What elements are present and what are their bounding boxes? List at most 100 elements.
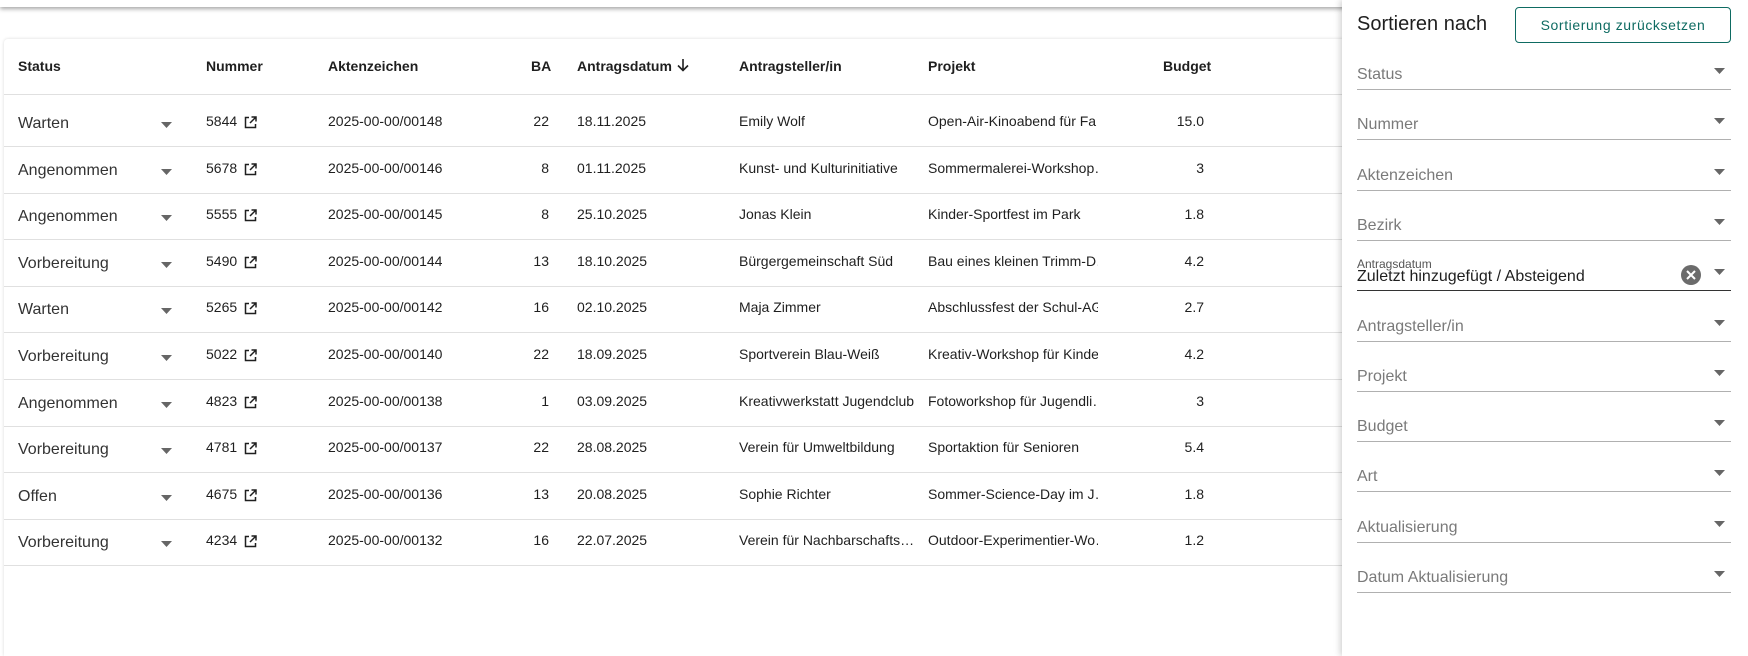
nummer-value: 5022 [206,346,238,362]
open-in-new-icon[interactable] [244,424,257,473]
antragsteller-cell: Sportverein Blau-Weiß [739,346,880,362]
status-select[interactable]: Vorbereitung [18,514,168,566]
nummer-link[interactable]: 5490 [206,235,316,287]
sort-field-budget[interactable]: Budget [1357,402,1731,443]
sort-field-aktualisierung[interactable]: Aktualisierung [1357,503,1731,543]
status-select[interactable]: Angenommen [18,142,168,194]
caret-down-icon[interactable] [156,95,176,147]
caret-down-icon[interactable] [1714,564,1725,582]
sort-field-label: Antragsteller/in [1357,317,1464,335]
nummer-link[interactable]: 4823 [206,375,316,427]
antragsteller-cell: Kreativwerkstatt Jugendclub [739,392,915,409]
open-in-new-icon[interactable] [244,331,257,380]
open-in-new-icon[interactable] [244,471,257,520]
nummer-link[interactable]: 4781 [206,421,316,473]
caret-down-icon[interactable] [156,421,176,473]
sort-field-projekt[interactable]: Projekt [1357,352,1731,392]
caret-down-icon[interactable] [1714,463,1725,481]
antragsteller-cell: Verein für Umweltbildung [739,439,895,456]
caret-down-icon[interactable] [156,328,176,380]
aktenzeichen-cell: 2025-00-00/00145 [328,206,443,223]
status-select[interactable]: Angenommen [18,375,168,427]
sort-field-datum-aktualisierung[interactable]: Datum Aktualisierung [1357,553,1731,593]
column-header-budget[interactable]: Budget [1163,39,1211,95]
sort-field-bezirk[interactable]: Bezirk [1357,201,1731,241]
status-select[interactable]: Warten [18,95,168,147]
open-in-new-icon[interactable] [244,378,257,427]
table-row[interactable]: Vorbereitung 5490 2025-00-00/00144 13 18.10.… [4,235,1404,287]
nummer-link[interactable]: 5844 [206,95,316,147]
caret-down-icon[interactable] [1714,212,1725,230]
sort-field-status[interactable]: Status [1357,50,1731,90]
caret-down-icon[interactable] [1714,313,1725,331]
table-row[interactable]: Vorbereitung 4781 2025-00-00/00137 22 28.08.… [4,421,1404,474]
caret-down-icon[interactable] [156,142,176,194]
ba-cell: 8 [541,206,549,223]
nummer-link[interactable]: 4675 [206,468,316,520]
close-circle-icon[interactable] [1681,265,1701,286]
caret-down-icon[interactable] [1714,61,1725,79]
open-in-new-icon[interactable] [244,191,257,240]
nummer-link[interactable]: 5265 [206,281,316,333]
nummer-link[interactable]: 5678 [206,142,316,194]
caret-down-icon[interactable] [1714,262,1725,280]
sort-field-antragsteller-in[interactable]: Antragsteller/in [1357,302,1731,342]
caret-down-icon[interactable] [1714,111,1725,129]
arrow-down-icon [676,40,690,94]
sort-field-nummer[interactable]: Nummer [1357,100,1731,141]
status-select[interactable]: Warten [18,281,168,333]
sort-field-art[interactable]: Art [1357,452,1731,493]
aktenzeichen-cell: 2025-00-00/00136 [328,485,443,502]
caret-down-icon[interactable] [156,281,176,333]
table-row[interactable]: Vorbereitung 4234 2025-00-00/00132 16 22.07.… [4,514,1404,567]
column-header-projekt[interactable]: Projekt [928,39,975,95]
table-row[interactable]: Offen 4675 2025-00-00/00136 13 20.08.2025 Sop… [4,468,1404,520]
column-header-antragsdatum[interactable]: Antragsdatum [577,39,690,95]
antragsteller-cell: Bürgergemeinschaft Süd [739,252,894,269]
column-header-nummer[interactable]: Nummer [206,39,263,95]
caret-down-icon[interactable] [1714,162,1725,180]
table-row[interactable]: Warten 5265 2025-00-00/00142 16 02.10.2025 Ma… [4,281,1404,334]
open-in-new-icon[interactable] [244,98,257,147]
table-row[interactable]: Vorbereitung 5022 2025-00-00/00140 22 18.09.… [4,328,1404,380]
budget-cell: 4.2 [1184,346,1204,362]
table-row[interactable]: Angenommen 5555 2025-00-00/00145 8 25.10.202… [4,188,1404,241]
sort-panel: Sortieren nach Sortierung zurücksetzen S… [1342,0,1748,656]
sort-field-antragsdatum[interactable]: Antragsdatum Zuletzt hinzugefügt / Abstei… [1357,251,1731,292]
nummer-link[interactable]: 4234 [206,514,316,566]
caret-down-icon[interactable] [1714,514,1725,532]
caret-down-icon[interactable] [156,468,176,520]
nummer-link[interactable]: 5022 [206,328,316,380]
sort-field-label: Projekt [1357,367,1407,385]
caret-down-icon[interactable] [156,514,176,566]
caret-down-icon[interactable] [156,375,176,427]
status-select[interactable]: Angenommen [18,188,168,240]
column-header-ba[interactable]: BA [531,39,551,95]
column-header-aktenzeichen[interactable]: Aktenzeichen [328,39,418,95]
column-header-status[interactable]: Status [18,39,61,95]
status-select[interactable]: Vorbereitung [18,421,168,473]
aktenzeichen-cell: 2025-00-00/00138 [328,392,443,409]
status-select[interactable]: Offen [18,468,168,520]
caret-down-icon[interactable] [1714,413,1725,431]
open-in-new-icon[interactable] [244,238,257,287]
projekt-cell: Abschlussfest der Schul-AG [928,299,1098,316]
projekt-cell: Open-Air-Kinoabend für Fa… [928,113,1098,129]
budget-cell: 4.2 [1184,252,1204,269]
column-header-antragsteller[interactable]: Antragsteller/in [739,39,842,95]
status-select[interactable]: Vorbereitung [18,235,168,287]
caret-down-icon[interactable] [156,235,176,287]
open-in-new-icon[interactable] [244,145,257,194]
reset-sort-button[interactable]: Sortierung zurücksetzen [1515,7,1731,43]
table-row[interactable]: Angenommen 4823 2025-00-00/00138 1 03.09.202… [4,375,1404,427]
table-row[interactable]: Angenommen 5678 2025-00-00/00146 8 01.11.202… [4,142,1404,194]
table-row[interactable]: Warten 5844 2025-00-00/00148 22 18.11.2025 Em… [4,95,1404,147]
sort-field-aktenzeichen[interactable]: Aktenzeichen [1357,151,1731,191]
antragsdatum-cell: 18.09.2025 [577,346,648,362]
caret-down-icon[interactable] [1714,363,1725,381]
open-in-new-icon[interactable] [244,517,257,566]
status-select[interactable]: Vorbereitung [18,328,168,380]
caret-down-icon[interactable] [156,188,176,240]
open-in-new-icon[interactable] [244,284,257,333]
nummer-link[interactable]: 5555 [206,188,316,240]
